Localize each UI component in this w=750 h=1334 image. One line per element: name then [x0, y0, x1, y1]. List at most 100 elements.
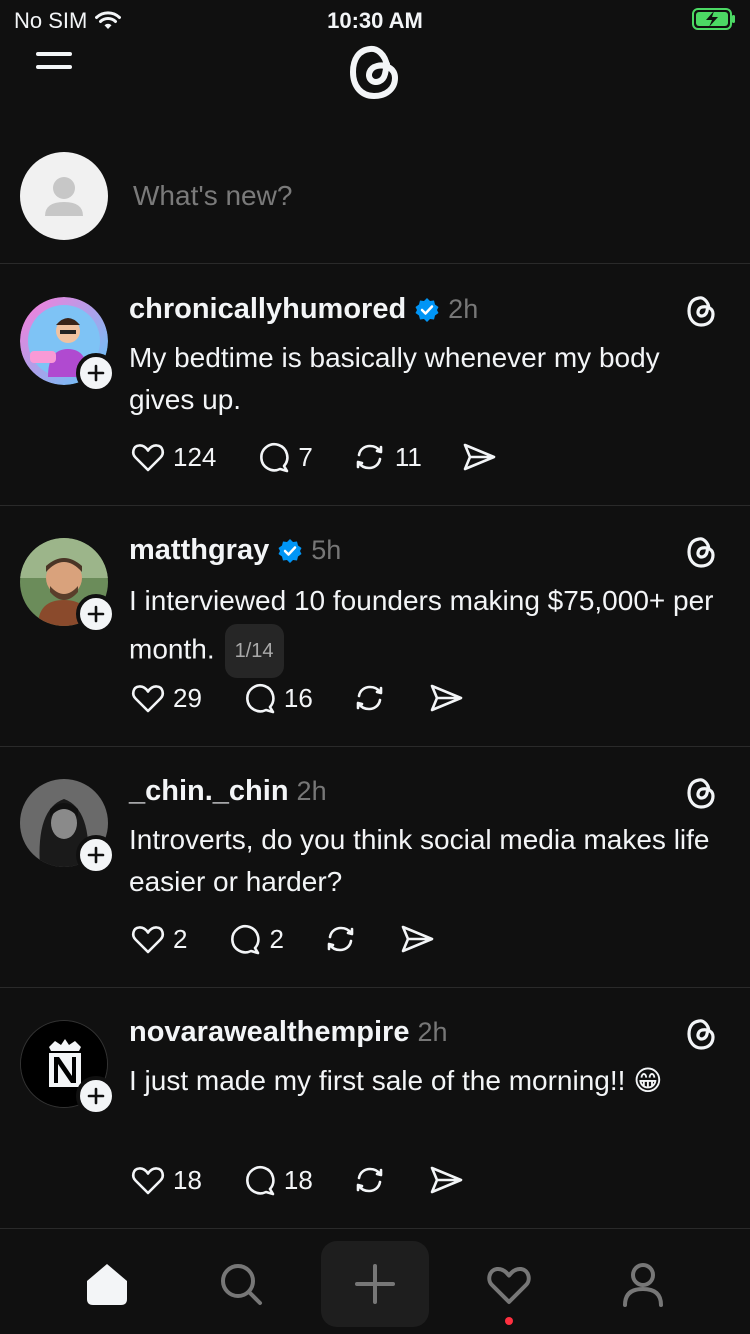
reply-button[interactable]: 7	[254, 438, 313, 476]
post-text: I interviewed 10 founders making $75,000…	[129, 578, 729, 678]
tab-home[interactable]	[53, 1241, 161, 1327]
heart-icon	[131, 444, 165, 472]
post-actions: 29 16	[129, 678, 503, 718]
repost-count: 11	[394, 441, 422, 472]
menu-button[interactable]	[36, 52, 76, 86]
reply-count: 16	[283, 682, 313, 713]
heart-icon	[131, 926, 165, 954]
heart-icon	[131, 1167, 165, 1195]
home-icon	[87, 1264, 127, 1305]
post-avatar-wrap	[20, 538, 116, 634]
post-actions: 124 7 11	[129, 437, 536, 477]
comment-icon	[260, 443, 290, 473]
post-card[interactable]: matthgray 5h I interviewed 10 founders m…	[0, 506, 750, 747]
follow-button[interactable]	[76, 1076, 116, 1116]
tab-create[interactable]	[321, 1241, 429, 1327]
repost-icon	[356, 1167, 383, 1193]
composer-placeholder[interactable]: What's new?	[133, 180, 292, 212]
like-count: 124	[173, 441, 217, 472]
follow-button[interactable]	[76, 353, 116, 393]
comment-icon	[231, 925, 261, 955]
post-avatar-wrap	[20, 297, 116, 393]
post-header: novarawealthempire 2h	[129, 1016, 448, 1049]
share-button[interactable]	[427, 679, 465, 717]
like-count: 18	[173, 1164, 202, 1195]
activity-icon	[487, 1266, 531, 1304]
post-text: Introverts, do you think social media ma…	[129, 819, 729, 903]
reply-button[interactable]: 18	[240, 1161, 313, 1199]
post-time: 2h	[417, 1017, 448, 1047]
post-body: Introverts, do you think social media ma…	[129, 824, 710, 897]
heart-icon	[131, 685, 165, 713]
default-avatar-icon	[45, 177, 83, 216]
post-body: I just made my first sale of the morning…	[129, 1065, 663, 1096]
repost-button[interactable]	[351, 679, 389, 717]
create-icon	[355, 1264, 395, 1304]
tab-bar	[0, 1229, 750, 1334]
send-icon	[430, 1166, 463, 1194]
comment-icon	[245, 1166, 275, 1196]
verified-badge-icon	[415, 297, 439, 322]
post-time: 2h	[296, 776, 327, 806]
status-time: 10:30 AM	[327, 8, 423, 33]
share-button[interactable]	[398, 920, 436, 958]
like-count: 2	[173, 923, 188, 954]
like-count: 29	[173, 682, 202, 713]
post-card[interactable]: novarawealthempire 2h I just made my fir…	[0, 988, 750, 1229]
threads-logo-icon[interactable]	[684, 775, 718, 811]
profile-icon	[623, 1263, 663, 1307]
post-username[interactable]: chronicallyhumored	[129, 293, 406, 326]
follow-button[interactable]	[76, 594, 116, 634]
repost-icon	[327, 926, 354, 952]
menu-line	[36, 65, 72, 69]
threads-logo-icon[interactable]	[684, 534, 718, 570]
repost-button[interactable]	[322, 920, 360, 958]
like-button[interactable]: 18	[129, 1161, 202, 1199]
post-time: 5h	[311, 535, 342, 565]
post-body: I interviewed 10 founders making $75,000…	[129, 585, 714, 665]
menu-line	[36, 52, 72, 56]
post-card[interactable]: _chin._chin 2h Introverts, do you think …	[0, 747, 750, 988]
tab-profile[interactable]	[589, 1241, 697, 1327]
send-icon	[430, 684, 463, 712]
post-username[interactable]: novarawealthempire	[129, 1016, 409, 1049]
user-avatar[interactable]	[20, 152, 108, 240]
repost-button[interactable]: 11	[351, 438, 422, 476]
post-username[interactable]: matthgray	[129, 534, 269, 567]
post-time: 2h	[448, 294, 479, 324]
notification-dot	[505, 1317, 513, 1325]
share-button[interactable]	[427, 1161, 465, 1199]
battery-charging-icon	[692, 8, 735, 30]
reply-button[interactable]: 2	[225, 920, 284, 958]
threads-logo-icon	[350, 45, 398, 99]
repost-button[interactable]	[351, 1161, 389, 1199]
tab-search[interactable]	[187, 1241, 295, 1327]
post-text: My bedtime is basically whenever my body…	[129, 337, 729, 421]
plus-icon	[87, 364, 105, 382]
reply-count: 2	[269, 923, 284, 954]
search-icon	[221, 1264, 262, 1305]
like-button[interactable]: 29	[129, 679, 202, 717]
post-actions: 18 18	[129, 1160, 503, 1200]
status-bar: No SIM 10:30 AM	[0, 0, 750, 40]
plus-icon	[87, 846, 105, 864]
post-header: _chin._chin 2h	[129, 775, 327, 808]
threads-logo-icon[interactable]	[684, 1016, 718, 1052]
comment-icon	[245, 684, 275, 714]
post-avatar-wrap	[20, 1020, 116, 1116]
threads-logo-icon[interactable]	[684, 293, 718, 329]
thread-counter: 1/14	[224, 624, 284, 678]
like-button[interactable]: 2	[129, 920, 187, 958]
reply-button[interactable]: 16	[240, 679, 313, 717]
like-button[interactable]: 124	[129, 438, 216, 476]
composer[interactable]: What's new?	[0, 140, 750, 264]
follow-button[interactable]	[76, 835, 116, 875]
tab-activity[interactable]	[455, 1241, 563, 1327]
send-icon	[401, 925, 434, 953]
post-card[interactable]: chronicallyhumored 2h My bedtime is basi…	[0, 265, 750, 506]
send-icon	[463, 443, 496, 471]
share-button[interactable]	[460, 438, 498, 476]
reply-count: 18	[283, 1164, 313, 1195]
repost-icon	[356, 685, 383, 711]
post-username[interactable]: _chin._chin	[129, 775, 289, 808]
